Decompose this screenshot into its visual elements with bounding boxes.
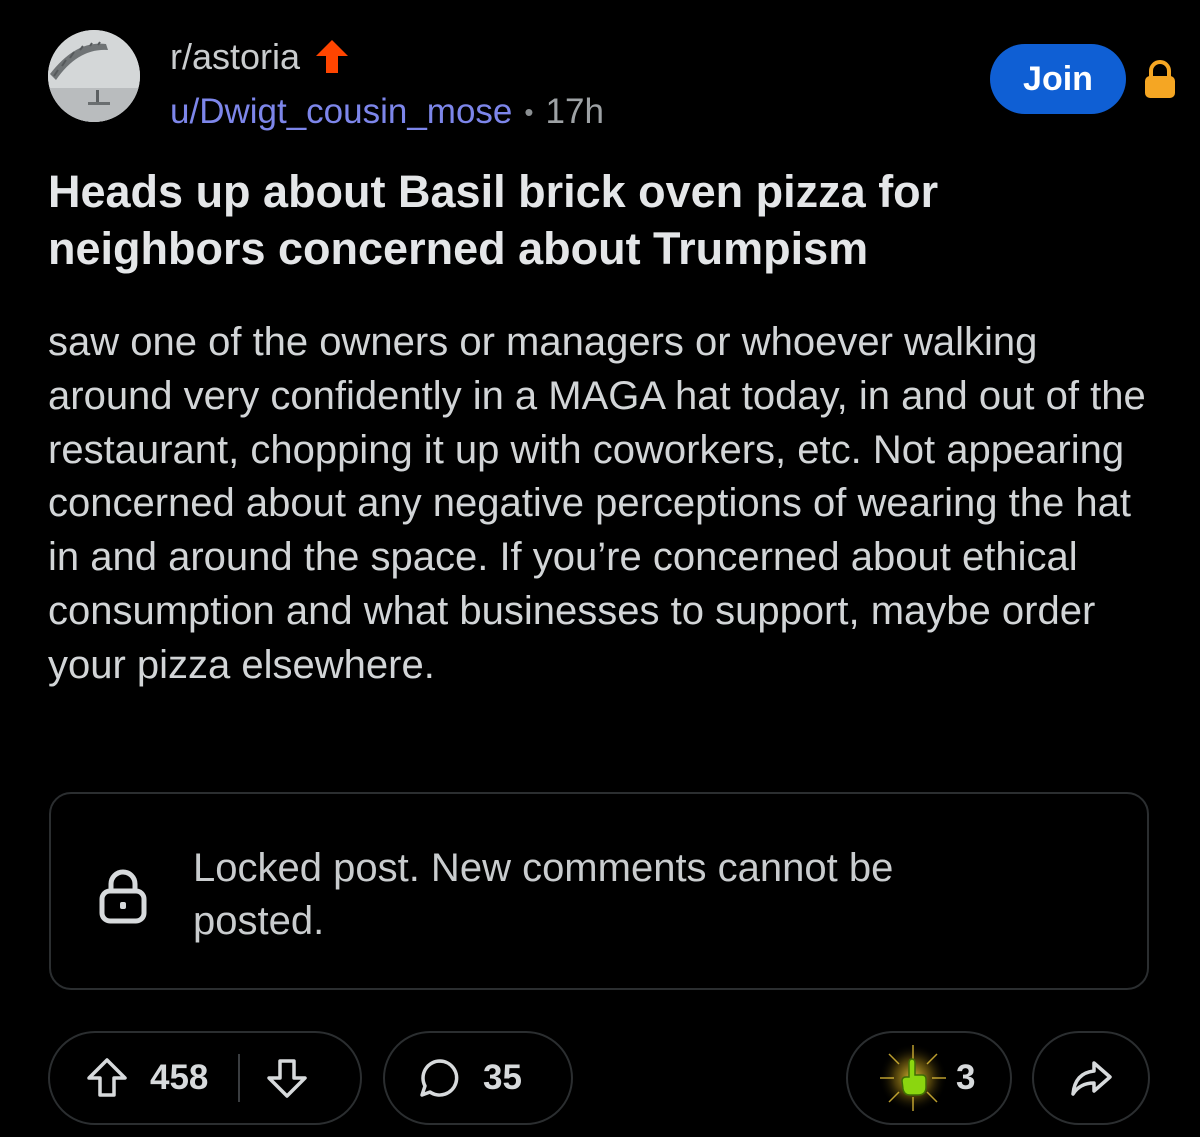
vote-divider [238, 1054, 241, 1102]
author-line: u/Dwigt_cousin_mose • 17h [170, 92, 604, 132]
separator-dot: • [524, 96, 534, 127]
author-username[interactable]: u/Dwigt_cousin_mose [170, 92, 512, 132]
locked-notice-text: Locked post. New comments cannot be post… [193, 846, 894, 943]
award-count: 3 [956, 1058, 976, 1097]
subreddit-line: r/astoria [170, 36, 352, 78]
upvote-arrow-icon[interactable] [84, 1055, 130, 1101]
post-title[interactable]: Heads up about Basil brick oven pizza fo… [48, 163, 1158, 277]
lock-icon [97, 868, 149, 924]
trending-up-icon [312, 37, 352, 77]
downvote-arrow-icon[interactable] [264, 1055, 310, 1101]
locked-notice: Locked post. New comments cannot be post… [49, 792, 1149, 990]
join-button[interactable]: Join [990, 44, 1126, 114]
vote-bar: 458 [48, 1031, 362, 1125]
share-arrow-icon [1068, 1055, 1114, 1101]
comment-bubble-icon [417, 1055, 463, 1101]
comment-count: 35 [483, 1058, 522, 1097]
post-body: saw one of the owners or managers or who… [48, 320, 1146, 687]
lock-icon [1142, 60, 1178, 100]
post-time: 17h [545, 92, 604, 131]
subreddit-avatar[interactable] [48, 30, 140, 122]
share-button[interactable] [1032, 1031, 1150, 1125]
award-button[interactable]: 3 [846, 1031, 1012, 1125]
pointing-hand-award-icon [878, 1043, 948, 1113]
upvote-count: 458 [150, 1058, 209, 1097]
subreddit-name[interactable]: r/astoria [170, 36, 300, 78]
comment-button[interactable]: 35 [383, 1031, 573, 1125]
post-header: r/astoria u/Dwigt_cousin_mose • 17h Join [48, 30, 1178, 132]
